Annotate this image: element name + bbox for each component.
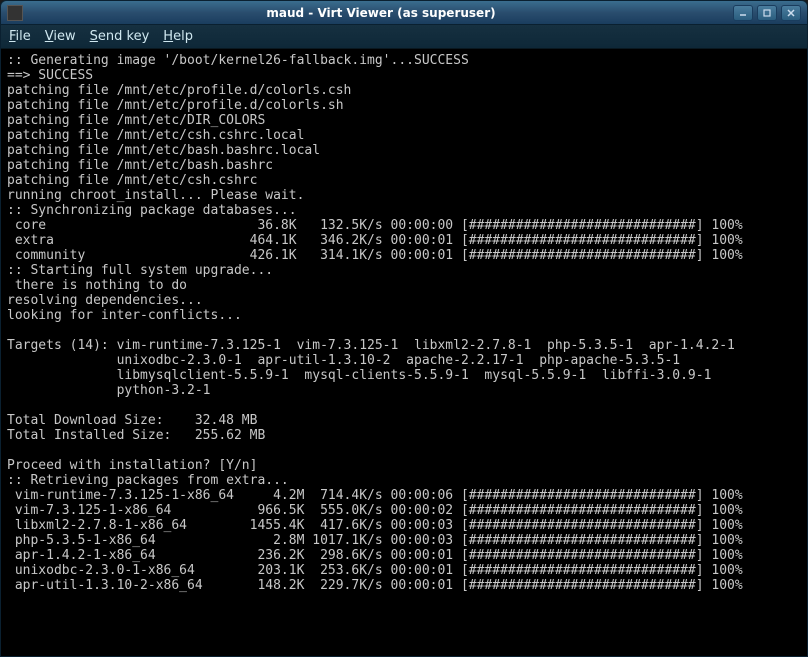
- terminal-line: [7, 323, 801, 338]
- terminal-line: Total Installed Size: 255.62 MB: [7, 428, 801, 443]
- menu-file[interactable]: File: [9, 29, 31, 44]
- terminal-line: patching file /mnt/etc/csh.cshrc: [7, 173, 801, 188]
- terminal-line: patching file /mnt/etc/profile.d/colorls…: [7, 98, 801, 113]
- terminal-line: Targets (14): vim-runtime-7.3.125-1 vim-…: [7, 338, 801, 353]
- terminal-line: resolving dependencies...: [7, 293, 801, 308]
- terminal-line: patching file /mnt/etc/DIR_COLORS: [7, 113, 801, 128]
- terminal-line: patching file /mnt/etc/csh.cshrc.local: [7, 128, 801, 143]
- terminal-line: :: Synchronizing package databases...: [7, 203, 801, 218]
- terminal-line: python-3.2-1: [7, 383, 801, 398]
- terminal-line: [7, 443, 801, 458]
- terminal-line: there is nothing to do: [7, 278, 801, 293]
- terminal-line: Total Download Size: 32.48 MB: [7, 413, 801, 428]
- terminal-line: Proceed with installation? [Y/n]: [7, 458, 801, 473]
- terminal-line: patching file /mnt/etc/bash.bashrc.local: [7, 143, 801, 158]
- app-icon: [7, 5, 23, 21]
- terminal-line: :: Retrieving packages from extra...: [7, 473, 801, 488]
- menu-view[interactable]: View: [45, 29, 76, 44]
- terminal-line: running chroot_install... Please wait.: [7, 188, 801, 203]
- minimize-icon: [738, 8, 748, 18]
- terminal-line: patching file /mnt/etc/profile.d/colorls…: [7, 83, 801, 98]
- titlebar[interactable]: maud - Virt Viewer (as superuser): [1, 1, 807, 25]
- terminal-line: apr-1.4.2-1-x86_64 236.2K 298.6K/s 00:00…: [7, 548, 801, 563]
- terminal-line: community 426.1K 314.1K/s 00:00:01 [####…: [7, 248, 801, 263]
- terminal-line: [7, 398, 801, 413]
- menubar: File View Send key Help: [1, 25, 807, 49]
- close-icon: [786, 8, 796, 18]
- minimize-button[interactable]: [733, 5, 753, 21]
- terminal-line: core 36.8K 132.5K/s 00:00:00 [##########…: [7, 218, 801, 233]
- window-controls: [733, 5, 801, 21]
- close-button[interactable]: [781, 5, 801, 21]
- terminal-line: :: Starting full system upgrade...: [7, 263, 801, 278]
- terminal-output[interactable]: :: Generating image '/boot/kernel26-fall…: [1, 49, 807, 656]
- app-window: maud - Virt Viewer (as superuser) File V…: [0, 0, 808, 657]
- terminal-line: libxml2-2.7.8-1-x86_64 1455.4K 417.6K/s …: [7, 518, 801, 533]
- terminal-line: unixodbc-2.3.0-1-x86_64 203.1K 253.6K/s …: [7, 563, 801, 578]
- terminal-line: php-5.3.5-1-x86_64 2.8M 1017.1K/s 00:00:…: [7, 533, 801, 548]
- terminal-line: vim-runtime-7.3.125-1-x86_64 4.2M 714.4K…: [7, 488, 801, 503]
- maximize-icon: [762, 8, 772, 18]
- terminal-line: ==> SUCCESS: [7, 68, 801, 83]
- terminal-line: vim-7.3.125-1-x86_64 966.5K 555.0K/s 00:…: [7, 503, 801, 518]
- terminal-line: patching file /mnt/etc/bash.bashrc: [7, 158, 801, 173]
- terminal-line: looking for inter-conflicts...: [7, 308, 801, 323]
- menu-help[interactable]: Help: [163, 29, 193, 44]
- menu-sendkey[interactable]: Send key: [90, 29, 150, 44]
- terminal-line: extra 464.1K 346.2K/s 00:00:01 [########…: [7, 233, 801, 248]
- window-title: maud - Virt Viewer (as superuser): [29, 6, 733, 20]
- terminal-line: unixodbc-2.3.0-1 apr-util-1.3.10-2 apach…: [7, 353, 801, 368]
- terminal-line: libmysqlclient-5.5.9-1 mysql-clients-5.5…: [7, 368, 801, 383]
- terminal-line: apr-util-1.3.10-2-x86_64 148.2K 229.7K/s…: [7, 578, 801, 593]
- maximize-button[interactable]: [757, 5, 777, 21]
- terminal-line: :: Generating image '/boot/kernel26-fall…: [7, 53, 801, 68]
